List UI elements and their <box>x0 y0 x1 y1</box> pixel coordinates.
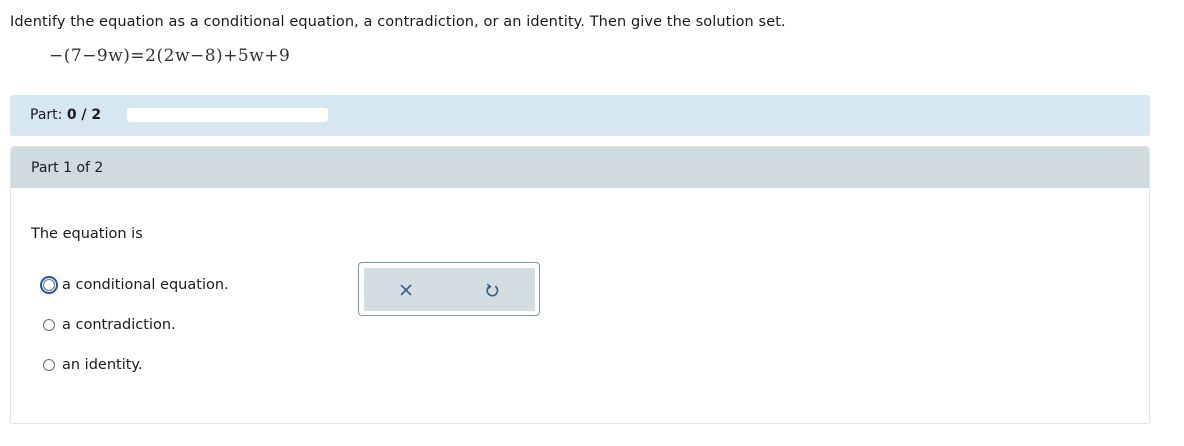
undo-icon <box>486 283 499 297</box>
option-label: a contradiction. <box>62 317 176 333</box>
answer-tools <box>358 262 540 316</box>
part-progress-label: Part: 0 / 2 <box>30 107 101 123</box>
undo-button[interactable] <box>482 280 502 300</box>
radio-conditional[interactable] <box>40 276 58 294</box>
close-icon <box>400 284 412 296</box>
part-progress-caption: Part: <box>30 107 63 123</box>
option-label: an identity. <box>62 357 143 373</box>
radio-identity[interactable] <box>43 359 55 371</box>
equation: −(7−9w)=2(2w−8)+5w+9 <box>49 46 291 66</box>
radio-contradiction[interactable] <box>43 319 55 331</box>
part-panel: Part 1 of 2 The equation is a conditiona… <box>10 146 1150 424</box>
clear-button[interactable] <box>396 280 416 300</box>
answer-tools-panel <box>364 268 535 311</box>
part-title: Part 1 of 2 <box>31 160 104 176</box>
instructions-text: Identify the equation as a conditional e… <box>10 14 786 30</box>
option-label: a conditional equation. <box>62 277 229 293</box>
option-identity[interactable]: an identity. <box>43 357 143 373</box>
part-progress-bar: Part: 0 / 2 <box>10 95 1150 136</box>
question-prompt: The equation is <box>31 226 143 242</box>
part-header: Part 1 of 2 <box>11 147 1149 188</box>
option-contradiction[interactable]: a contradiction. <box>43 317 176 333</box>
progress-track <box>127 108 328 122</box>
option-conditional[interactable]: a conditional equation. <box>40 276 229 294</box>
part-progress-value: 0 / 2 <box>66 107 102 123</box>
